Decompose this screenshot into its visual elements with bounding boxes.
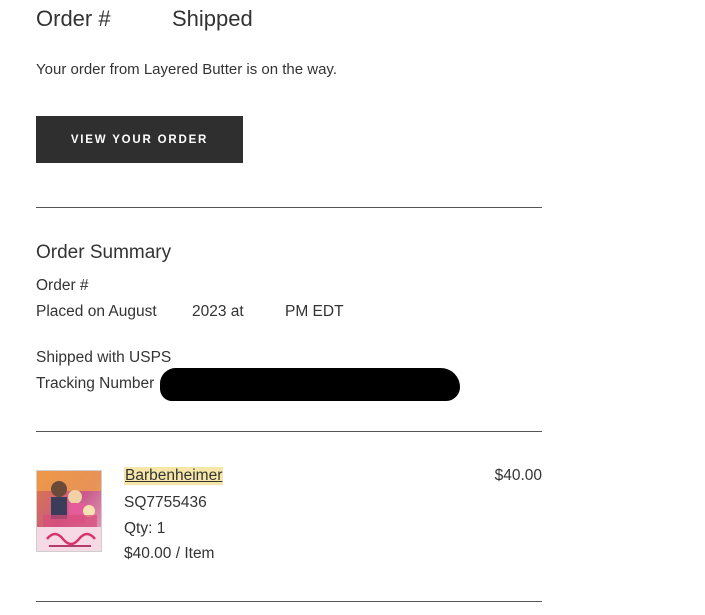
divider <box>36 207 542 208</box>
product-total-price: $40.00 <box>494 467 542 484</box>
product-quantity: Qty: 1 <box>124 520 166 537</box>
placed-on-timezone: PM EDT <box>285 303 344 320</box>
order-title: Order # Shipped <box>36 6 253 32</box>
shipped-with-line: Shipped with USPS <box>36 349 172 366</box>
order-number-label: Order # <box>36 6 111 31</box>
divider <box>36 431 542 432</box>
order-status: Shipped <box>172 6 253 31</box>
divider <box>36 601 542 602</box>
product-unit-price: $40.00 / Item <box>124 545 215 562</box>
view-your-order-button[interactable]: VIEW YOUR ORDER <box>36 116 243 163</box>
product-image[interactable] <box>36 470 102 552</box>
intro-message: Your order from Layered Butter is on the… <box>36 61 337 78</box>
placed-on-line: Placed on August 2023 at PM EDT <box>36 303 396 323</box>
product-name-link[interactable]: Barbenheimer <box>124 467 224 485</box>
product-sku: SQ7755436 <box>124 494 207 511</box>
order-number-line: Order # <box>36 277 89 294</box>
movie-poster-icon <box>37 471 101 551</box>
order-summary-heading: Order Summary <box>36 242 172 263</box>
tracking-number-label: Tracking Number <box>36 375 155 392</box>
placed-on-date: Placed on August <box>36 303 157 320</box>
redacted-tracking-number <box>160 368 460 401</box>
placed-on-year: 2023 at <box>192 303 244 320</box>
